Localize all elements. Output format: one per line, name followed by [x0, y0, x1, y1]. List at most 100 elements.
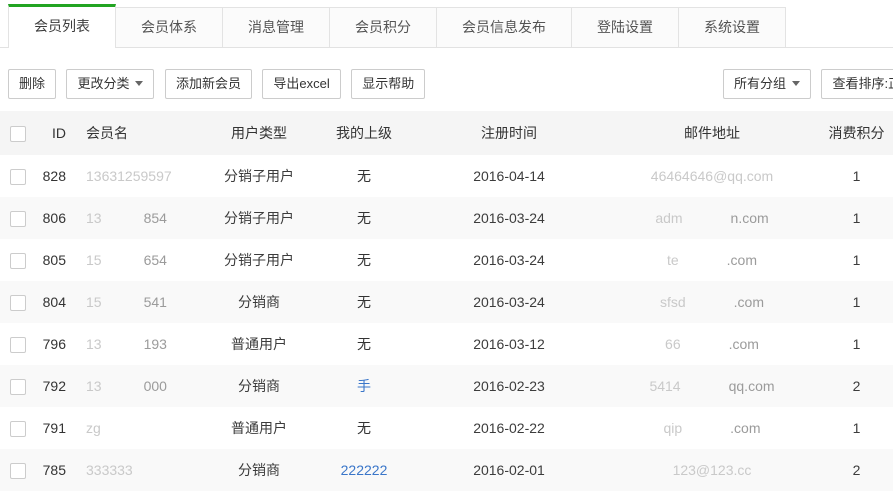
cell-checkbox	[0, 239, 36, 281]
cell-member-name: 333333	[74, 449, 204, 491]
header-points: 消费积分	[820, 111, 893, 155]
cell-member-name: 13854	[74, 197, 204, 239]
cell-upline: 无	[314, 281, 414, 323]
email-suffix: n.com	[731, 210, 769, 226]
cell-email: 123@123.cc	[604, 449, 820, 491]
cell-user-type: 分销商	[204, 365, 314, 407]
member-name-text: 13631259597	[86, 168, 172, 184]
table-row: 791 zg 普通用户 无 2016-02-22 qip.com 1	[0, 407, 893, 449]
row-checkbox[interactable]	[10, 253, 26, 269]
cell-points: 1	[820, 239, 893, 281]
member-name-suffix: 541	[144, 294, 167, 310]
cell-points: 2	[820, 449, 893, 491]
tab-member-info-publish[interactable]: 会员信息发布	[436, 7, 572, 47]
tab-member-system[interactable]: 会员体系	[115, 7, 223, 47]
row-checkbox[interactable]	[10, 421, 26, 437]
row-checkbox[interactable]	[10, 211, 26, 227]
table-header-row: ID 会员名 用户类型 我的上级 注册时间 邮件地址 消费积分	[0, 111, 893, 155]
cell-user-type: 分销商	[204, 281, 314, 323]
row-checkbox[interactable]	[10, 379, 26, 395]
cell-checkbox	[0, 155, 36, 197]
header-email: 邮件地址	[604, 111, 820, 155]
cell-checkbox	[0, 281, 36, 323]
cell-id: 805	[36, 239, 74, 281]
all-groups-label: 所有分组	[734, 76, 786, 91]
cell-email: 66.com	[604, 323, 820, 365]
cell-user-type: 普通用户	[204, 407, 314, 449]
email-suffix: .com	[730, 420, 760, 436]
cell-member-name: zg	[74, 407, 204, 449]
member-name-text: 15	[86, 252, 102, 268]
member-name-text: 13	[86, 378, 102, 394]
cell-upline: 无	[314, 155, 414, 197]
member-name-suffix: 000	[144, 378, 167, 394]
member-name-text: 13	[86, 336, 102, 352]
table-row: 785 333333 分销商 222222 2016-02-01 123@123…	[0, 449, 893, 491]
show-help-button[interactable]: 显示帮助	[351, 69, 425, 99]
header-checkbox-cell	[0, 111, 36, 155]
cell-email: admn.com	[604, 197, 820, 239]
email-text: 123@123.cc	[673, 462, 752, 478]
cell-id: 792	[36, 365, 74, 407]
cell-id: 796	[36, 323, 74, 365]
cell-points: 2	[820, 365, 893, 407]
member-name-text: 15	[86, 294, 102, 310]
cell-member-name: 15 541	[74, 281, 204, 323]
tab-login-settings[interactable]: 登陆设置	[571, 7, 679, 47]
export-excel-button[interactable]: 导出excel	[262, 69, 340, 99]
row-checkbox[interactable]	[10, 295, 26, 311]
caret-down-icon	[135, 81, 143, 86]
tab-member-list[interactable]: 会员列表	[8, 4, 116, 48]
table-row: 792 13000 分销商 手 2016-02-23 5414qq.com 2	[0, 365, 893, 407]
cell-upline: 无	[314, 197, 414, 239]
cell-member-name: 13 000	[74, 365, 204, 407]
upline-value: 无	[357, 252, 371, 268]
cell-checkbox	[0, 365, 36, 407]
cell-upline: 无	[314, 239, 414, 281]
upline-value: 无	[357, 210, 371, 226]
cell-user-type: 分销商	[204, 449, 314, 491]
view-sort-button[interactable]: 查看排序:正常排序	[821, 69, 893, 99]
upline-value[interactable]: 222222	[341, 462, 388, 478]
cell-id: 785	[36, 449, 74, 491]
member-name-suffix: 854	[144, 210, 167, 226]
change-category-button[interactable]: 更改分类	[66, 69, 154, 99]
cell-user-type: 普通用户	[204, 323, 314, 365]
member-table: ID 会员名 用户类型 我的上级 注册时间 邮件地址 消费积分 828 1363…	[0, 111, 893, 491]
tab-system-settings[interactable]: 系统设置	[678, 7, 786, 47]
row-checkbox[interactable]	[10, 337, 26, 353]
row-checkbox[interactable]	[10, 169, 26, 185]
cell-upline: 无	[314, 407, 414, 449]
cell-checkbox	[0, 197, 36, 239]
cell-upline: 222222	[314, 449, 414, 491]
caret-down-icon	[792, 81, 800, 86]
toolbar-right-group: 所有分组 查看排序:正常排序	[723, 69, 893, 99]
add-member-button[interactable]: 添加新会员	[165, 69, 252, 99]
table-row: 805 15654 分销子用户 无 2016-03-24 te.com 1	[0, 239, 893, 281]
cell-email: qip .com	[604, 407, 820, 449]
tab-message-management[interactable]: 消息管理	[222, 7, 330, 47]
cell-id: 791	[36, 407, 74, 449]
email-text: qip	[663, 420, 682, 436]
delete-button[interactable]: 删除	[8, 69, 56, 99]
all-groups-button[interactable]: 所有分组	[723, 69, 811, 99]
tab-member-points[interactable]: 会员积分	[329, 7, 437, 47]
cell-register-time: 2016-02-23	[414, 365, 604, 407]
cell-id: 828	[36, 155, 74, 197]
header-user-type: 用户类型	[204, 111, 314, 155]
email-text: te	[667, 252, 679, 268]
header-register-time: 注册时间	[414, 111, 604, 155]
upline-value[interactable]: 手	[357, 378, 371, 394]
table-row: 796 13193 普通用户 无 2016-03-12 66.com 1	[0, 323, 893, 365]
cell-points: 1	[820, 197, 893, 239]
cell-points: 1	[820, 323, 893, 365]
header-id: ID	[36, 111, 74, 155]
header-upline: 我的上级	[314, 111, 414, 155]
email-text: 46464646@qq.com	[651, 168, 773, 184]
cell-user-type: 分销子用户	[204, 197, 314, 239]
change-category-label: 更改分类	[77, 76, 129, 91]
row-checkbox[interactable]	[10, 463, 26, 479]
select-all-checkbox[interactable]	[10, 126, 26, 142]
cell-points: 1	[820, 407, 893, 449]
cell-points: 1	[820, 281, 893, 323]
